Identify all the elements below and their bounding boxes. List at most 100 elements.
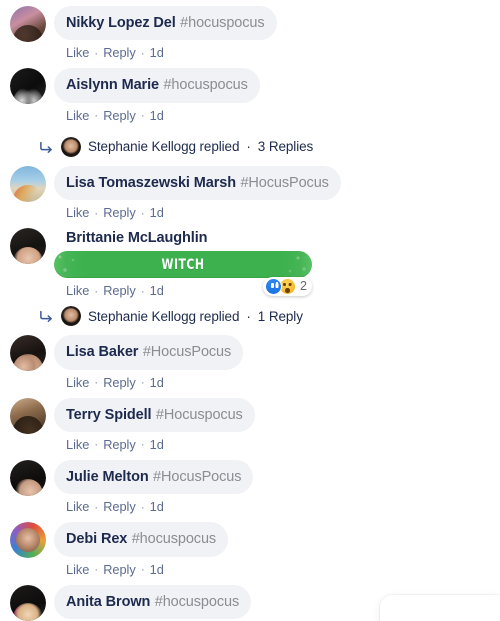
reply-button[interactable]: Reply <box>103 205 136 220</box>
comment-item: Brittanie McLaughlin WITCH Like · Reply … <box>0 228 500 298</box>
reply-button[interactable]: Reply <box>103 283 136 298</box>
avatar[interactable] <box>10 397 46 434</box>
comment-body: Anita Brown #hocuspocus Like · Reply · 1… <box>54 584 252 621</box>
comment-item: Debi Rex #hocuspocus Like · Reply · 1d <box>0 522 500 577</box>
comment-author[interactable]: Aislynn Marie <box>66 77 159 93</box>
comment-author[interactable]: Nikky Lopez Del <box>66 15 176 31</box>
comment-bubble: Anita Brown #hocuspocus <box>54 584 252 620</box>
comment-bubble: Julie Melton #HocusPocus <box>54 459 254 495</box>
timestamp[interactable]: 1d <box>150 283 164 298</box>
avatar[interactable] <box>10 165 46 202</box>
comment-bubble: Aislynn Marie #hocuspocus <box>54 68 260 103</box>
avatar[interactable] <box>10 522 46 559</box>
comment-body: Julie Melton #HocusPocus Like · Reply · … <box>54 459 254 514</box>
replier-avatar[interactable] <box>61 306 81 327</box>
like-button[interactable]: Like <box>66 375 89 390</box>
reaction-badge[interactable]: 2 <box>263 276 312 296</box>
comment-item: Nikky Lopez Del #hocuspocus Like · Reply… <box>0 6 500 60</box>
comment-item: Terry Spidell #Hocuspocus Like · Reply ·… <box>0 397 500 452</box>
comment-body: Brittanie McLaughlin WITCH Like · Reply … <box>54 228 312 298</box>
replier-name[interactable]: Stephanie Kellogg replied <box>88 309 239 324</box>
reply-button[interactable]: Reply <box>103 437 136 452</box>
like-button[interactable]: Like <box>66 283 89 298</box>
sticker-wrap: WITCH <box>54 251 312 279</box>
comment-body: Aislynn Marie #hocuspocus Like · Reply ·… <box>54 68 260 123</box>
floating-panel[interactable] <box>380 595 500 621</box>
view-replies-row[interactable]: Stephanie Kellogg replied · 1 Reply <box>0 300 500 327</box>
timestamp[interactable]: 1d <box>150 45 164 60</box>
like-button[interactable]: Like <box>66 499 89 514</box>
avatar[interactable] <box>10 584 46 621</box>
reply-button[interactable]: Reply <box>103 499 136 514</box>
comment-actions: Like · Reply · 1d <box>54 557 164 577</box>
avatar[interactable] <box>10 335 46 372</box>
separator-dot: · <box>140 283 145 298</box>
timestamp[interactable]: 1d <box>150 562 164 577</box>
separator-dot: · <box>246 139 251 155</box>
separator-dot: · <box>246 308 251 324</box>
avatar[interactable] <box>10 459 46 496</box>
timestamp[interactable]: 1d <box>150 499 164 514</box>
comment-author[interactable]: Anita Brown <box>66 594 150 610</box>
separator-dot: · <box>94 45 99 60</box>
comment-item: Lisa Tomaszewski Marsh #HocusPocus Like … <box>0 165 500 220</box>
comment-message: #hocuspocus <box>154 593 240 610</box>
comment-author[interactable]: Terry Spidell <box>66 407 152 423</box>
comment-author[interactable]: Lisa Tomaszewski Marsh <box>66 175 236 191</box>
reply-button[interactable]: Reply <box>103 375 136 390</box>
reply-arrow-icon <box>40 311 52 323</box>
comment-author[interactable]: Brittanie McLaughlin <box>66 230 208 246</box>
timestamp[interactable]: 1d <box>150 108 164 123</box>
like-button[interactable]: Like <box>66 205 89 220</box>
reply-button[interactable]: Reply <box>103 562 136 577</box>
comment-author[interactable]: Debi Rex <box>66 531 127 547</box>
comment-message: #HocusPocus <box>142 344 232 361</box>
like-button[interactable]: Like <box>66 562 89 577</box>
separator-dot: · <box>94 562 99 577</box>
like-button[interactable]: Like <box>66 45 89 60</box>
reply-count-label[interactable]: 3 Replies <box>258 139 313 154</box>
sticker-author-row: Brittanie McLaughlin <box>54 228 208 247</box>
comment-message: #hocuspocus <box>163 77 248 94</box>
reply-button[interactable]: Reply <box>103 45 136 60</box>
comment-actions: Like · Reply · 1d <box>54 278 164 298</box>
comment-item: Aislynn Marie #hocuspocus Like · Reply ·… <box>0 68 500 123</box>
separator-dot: · <box>94 375 99 390</box>
comment-bubble: Lisa Tomaszewski Marsh #HocusPocus <box>54 165 341 201</box>
view-replies-row[interactable]: Stephanie Kellogg replied · 3 Replies <box>0 131 500 157</box>
comment-item: Julie Melton #HocusPocus Like · Reply · … <box>0 459 500 514</box>
avatar[interactable] <box>10 68 46 105</box>
comment-author[interactable]: Julie Melton <box>66 469 149 485</box>
reply-count-label[interactable]: 1 Reply <box>258 309 303 324</box>
separator-dot: · <box>140 562 145 577</box>
comment-body: Debi Rex #hocuspocus Like · Reply · 1d <box>54 522 229 577</box>
comment-author[interactable]: Lisa Baker <box>66 344 138 360</box>
comment-actions: Like · Reply · 1d <box>54 370 164 390</box>
like-button[interactable]: Like <box>66 108 89 123</box>
timestamp[interactable]: 1d <box>150 375 164 390</box>
comment-bubble: Lisa Baker #HocusPocus <box>54 335 244 370</box>
timestamp[interactable]: 1d <box>150 437 164 452</box>
witch-sticker[interactable]: WITCH <box>54 251 312 279</box>
avatar[interactable] <box>10 228 46 265</box>
reply-button[interactable]: Reply <box>103 108 136 123</box>
comment-message: #hocuspocus <box>180 15 265 31</box>
comment-body: Terry Spidell #Hocuspocus Like · Reply ·… <box>54 397 255 452</box>
comment-actions: Like · Reply · 1d <box>54 200 164 220</box>
like-reaction-icon <box>265 277 283 295</box>
like-button[interactable]: Like <box>66 437 89 452</box>
actions-with-reactions: Like · Reply · 1d 2 <box>54 276 312 298</box>
replier-avatar[interactable] <box>61 136 81 157</box>
comment-message: #hocuspocus <box>131 531 217 548</box>
replier-name[interactable]: Stephanie Kellogg replied <box>88 139 239 154</box>
comment-body: Nikky Lopez Del #hocuspocus Like · Reply… <box>54 6 277 60</box>
separator-dot: · <box>140 499 145 514</box>
comment-body: Lisa Tomaszewski Marsh #HocusPocus Like … <box>54 165 341 220</box>
timestamp[interactable]: 1d <box>150 205 164 220</box>
separator-dot: · <box>94 499 99 514</box>
separator-dot: · <box>140 437 145 452</box>
comment-message: #HocusPocus <box>153 468 242 485</box>
avatar[interactable] <box>10 6 46 42</box>
comment-message: #HocusPocus <box>240 174 329 191</box>
comment-bubble: Debi Rex #hocuspocus <box>54 522 229 557</box>
